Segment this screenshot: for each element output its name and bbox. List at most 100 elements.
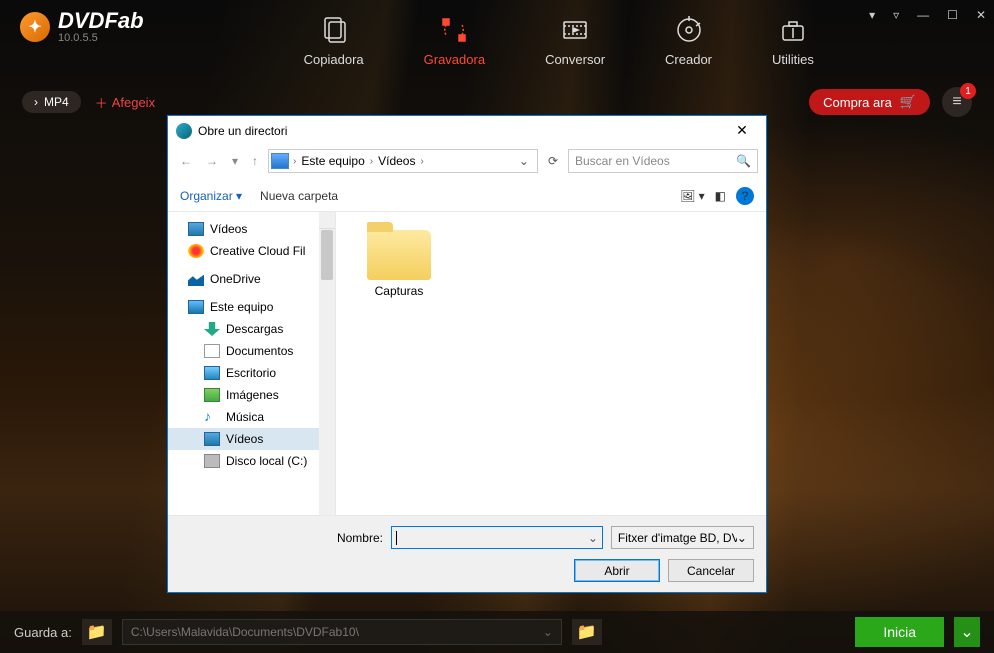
nav-forward-icon[interactable]: → <box>202 152 222 170</box>
main-tabs: Copiadora Gravadora Conversor Creador Ut… <box>304 10 814 67</box>
folder-label: Capturas <box>375 284 424 298</box>
converter-icon <box>559 14 591 46</box>
breadcrumb-folder[interactable]: Vídeos <box>375 154 418 168</box>
tree-item-videos-selected[interactable]: Vídeos <box>168 428 335 450</box>
output-path-field[interactable]: C:\Users\Malavida\Documents\DVDFab10\ ⌄ <box>122 619 562 645</box>
chevron-right-icon: › <box>293 156 296 167</box>
skin-icon[interactable]: ▾ <box>869 8 875 22</box>
nav-back-icon[interactable]: ← <box>176 152 196 170</box>
filter-label: Fitxer d'imatge BD, DVD ( *.ini * <box>618 531 737 545</box>
tab-creator[interactable]: Creador <box>665 14 712 67</box>
tree-item-videos[interactable]: Vídeos <box>168 218 335 240</box>
nav-recent-icon[interactable]: ▾ <box>228 152 242 170</box>
pc-icon <box>188 300 204 314</box>
tab-copy[interactable]: Copiadora <box>304 14 364 67</box>
filetype-filter[interactable]: Fitxer d'imatge BD, DVD ( *.ini * ⌄ <box>611 526 754 549</box>
tab-ripper[interactable]: Gravadora <box>424 14 485 67</box>
tree-item-downloads[interactable]: Descargas <box>168 318 335 340</box>
tree-item-documents[interactable]: Documentos <box>168 340 335 362</box>
video-icon <box>188 222 204 236</box>
filename-dropdown-icon[interactable]: ⌄ <box>588 531 598 545</box>
tree-scrollbar[interactable] <box>319 212 335 515</box>
buy-label: Compra ara <box>823 95 892 110</box>
drive-icon <box>271 153 289 169</box>
open-button[interactable]: Abrir <box>574 559 660 582</box>
menu-button[interactable]: ≡ 1 <box>942 87 972 117</box>
app-logo: ✦ DVDFab 10.0.5.5 <box>20 10 144 44</box>
format-label: MP4 <box>44 95 69 109</box>
organize-menu[interactable]: Organizar ▾ <box>180 189 242 203</box>
file-list: Capturas <box>336 212 766 515</box>
filename-label: Nombre: <box>180 531 383 545</box>
maximize-icon[interactable]: ☐ <box>947 8 958 22</box>
onedrive-icon <box>188 272 204 286</box>
tab-label: Gravadora <box>424 52 485 67</box>
app-name: DVDFab <box>58 10 144 32</box>
desktop-icon <box>204 366 220 380</box>
buy-button[interactable]: Compra ara 🛒 <box>809 89 930 115</box>
tab-converter[interactable]: Conversor <box>545 14 605 67</box>
view-mode-icon[interactable]: 🖼 ▾ <box>680 189 705 203</box>
nav-up-icon[interactable]: ↑ <box>248 152 262 170</box>
utilities-icon <box>777 14 809 46</box>
browse-folder-button[interactable]: 📁 <box>572 619 602 645</box>
tab-utilities[interactable]: Utilities <box>772 14 814 67</box>
hamburger-icon: ≡ <box>952 93 961 111</box>
folder-tree: Vídeos Creative Cloud Fil OneDrive Este … <box>168 212 336 515</box>
help-icon[interactable]: ? <box>736 187 754 205</box>
creative-cloud-icon <box>188 244 204 258</box>
window-controls: ▾ ▿ — ☐ ✕ <box>869 8 986 22</box>
ripper-icon <box>438 14 470 46</box>
video-icon <box>204 432 220 446</box>
dialog-icon <box>176 123 192 139</box>
dialog-close-button[interactable]: ✕ <box>726 122 758 139</box>
minimize-icon[interactable]: — <box>917 8 929 22</box>
dialog-title: Obre un directori <box>198 124 287 138</box>
close-icon[interactable]: ✕ <box>976 8 986 22</box>
document-icon <box>204 344 220 358</box>
breadcrumb-dropdown-icon[interactable]: ⌄ <box>513 154 535 168</box>
tree-item-onedrive[interactable]: OneDrive <box>168 268 335 290</box>
folder-icon <box>367 230 431 280</box>
start-dropdown[interactable]: ⌄ <box>954 617 980 647</box>
app-version: 10.0.5.5 <box>58 32 144 44</box>
tab-label: Conversor <box>545 52 605 67</box>
tab-label: Copiadora <box>304 52 364 67</box>
chevron-right-icon: › <box>34 95 38 109</box>
disk-icon <box>204 454 220 468</box>
search-icon: 🔍 <box>736 154 751 168</box>
tab-label: Utilities <box>772 52 814 67</box>
music-icon: ♪ <box>204 410 220 424</box>
output-path: C:\Users\Malavida\Documents\DVDFab10\ <box>131 625 359 639</box>
breadcrumb[interactable]: › Este equipo › Vídeos › ⌄ <box>268 149 538 173</box>
start-button[interactable]: Inicia <box>855 617 944 647</box>
cancel-button[interactable]: Cancelar <box>668 559 754 582</box>
folder-capturas[interactable]: Capturas <box>354 230 444 298</box>
filename-input[interactable]: ⌄ <box>391 526 603 549</box>
search-input[interactable]: Buscar en Vídeos 🔍 <box>568 149 758 173</box>
image-icon <box>204 388 220 402</box>
logo-icon: ✦ <box>20 12 50 42</box>
add-label: Afegeix <box>112 95 155 110</box>
copy-icon <box>318 14 350 46</box>
tree-item-music[interactable]: ♪Música <box>168 406 335 428</box>
output-folder-icon[interactable]: 📁 <box>82 619 112 645</box>
tree-item-creative-cloud[interactable]: Creative Cloud Fil <box>168 240 335 262</box>
tree-item-local-disk[interactable]: Disco local (C:) <box>168 450 335 472</box>
tree-item-images[interactable]: Imágenes <box>168 384 335 406</box>
tree-item-desktop[interactable]: Escritorio <box>168 362 335 384</box>
tab-label: Creador <box>665 52 712 67</box>
chevron-down-icon: ⌄ <box>737 531 747 545</box>
chevron-down-icon: ⌄ <box>543 625 553 639</box>
preview-pane-icon[interactable]: ◧ <box>715 189 726 203</box>
breadcrumb-root[interactable]: Este equipo <box>298 154 367 168</box>
open-file-dialog: Obre un directori ✕ ← → ▾ ↑ › Este equip… <box>167 115 767 593</box>
add-button[interactable]: ＋ Afegeix <box>95 93 155 112</box>
new-folder-button[interactable]: Nueva carpeta <box>260 189 338 203</box>
plus-icon: ＋ <box>95 93 108 112</box>
tree-item-this-pc[interactable]: Este equipo <box>168 296 335 318</box>
format-chip[interactable]: › MP4 <box>22 91 81 113</box>
refresh-icon[interactable]: ⟳ <box>544 154 562 168</box>
pin-icon[interactable]: ▿ <box>893 8 899 22</box>
cart-icon: 🛒 <box>900 94 916 110</box>
